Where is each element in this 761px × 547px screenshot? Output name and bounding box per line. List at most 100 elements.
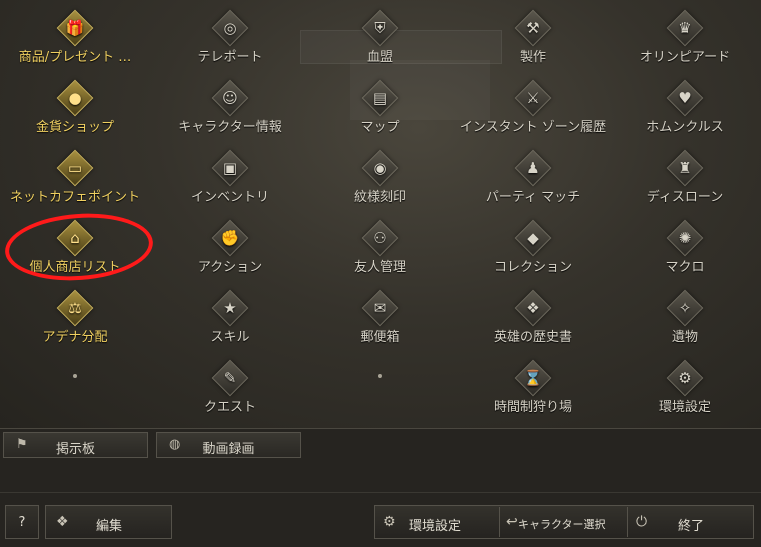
menu-item-mailbox[interactable]: ✉ 郵便箱 bbox=[305, 288, 455, 358]
menu-item-party-match[interactable]: ♟ パーティ マッチ bbox=[458, 148, 608, 218]
settings-button[interactable]: ⚙ 環境設定 bbox=[374, 505, 499, 539]
menu-item-pattern-engrave[interactable]: ◉ 紋様刻印 bbox=[305, 148, 455, 218]
menu-item-instant-zone[interactable]: ⚔ インスタント ゾーン履歴 bbox=[458, 78, 608, 148]
menu-item-label: 時間制狩り場 bbox=[493, 400, 572, 415]
menu-item-label: マクロ bbox=[665, 260, 705, 275]
menu-item-settings[interactable]: ⚙ 環境設定 bbox=[610, 358, 760, 428]
party-match-icon: ♟ bbox=[514, 149, 552, 187]
return-arrow-icon: ↩ bbox=[506, 514, 518, 530]
dethrone-icon: ♜ bbox=[666, 149, 704, 187]
net-cafe-icon: ▭ bbox=[56, 149, 94, 187]
video-record-button[interactable]: ◍ 動画録画 bbox=[156, 432, 301, 458]
menu-item-gold-shop[interactable]: ● 金貨ショップ bbox=[0, 78, 150, 148]
menu-item-label: アクション bbox=[197, 260, 263, 275]
menu-item-relic[interactable]: ✧ 遺物 bbox=[610, 288, 760, 358]
menu-item-label: マップ bbox=[360, 120, 400, 135]
hero-history-icon: ❖ bbox=[514, 289, 552, 327]
main-menu-grid: 🎁 商品/プレゼント … ◎ テレポート ⛨ 血盟 ⚒ 製作 ♛ オリンピアード ● 金貨ショップ ☺ キ… bbox=[0, 0, 761, 428]
menu-item-olympiad[interactable]: ♛ オリンピアード bbox=[610, 8, 760, 78]
settings-label: 環境設定 bbox=[409, 519, 462, 534]
settings-icon: ⚙ bbox=[666, 359, 704, 397]
menu-item-label: 英雄の歴史書 bbox=[493, 330, 572, 345]
menu-item-skill[interactable]: ★ スキル bbox=[155, 288, 305, 358]
quit-button[interactable]: ⏻ 終了 bbox=[627, 505, 754, 539]
menu-item-label: テレポート bbox=[197, 50, 263, 65]
menu-item-teleport[interactable]: ◎ テレポート bbox=[155, 8, 305, 78]
menu-item-label: 金貨ショップ bbox=[35, 120, 114, 135]
menu-item-macro[interactable]: ✺ マクロ bbox=[610, 218, 760, 288]
menu-item-label: 遺物 bbox=[671, 330, 698, 345]
menu-item-clan-shield[interactable]: ⛨ 血盟 bbox=[305, 8, 455, 78]
character-info-icon: ☺ bbox=[211, 79, 249, 117]
help-button[interactable]: ? bbox=[5, 505, 39, 539]
action-icon: ✊ bbox=[211, 219, 249, 257]
collection-icon: ◆ bbox=[514, 219, 552, 257]
pattern-engrave-icon: ◉ bbox=[361, 149, 399, 187]
adena-distribution-icon: ⚖ bbox=[56, 289, 94, 327]
menu-item-dethrone[interactable]: ♜ ディスローン bbox=[610, 148, 760, 218]
gift-icon: 🎁 bbox=[56, 9, 94, 47]
menu-item-homunculus[interactable]: ♥ ホムンクルス bbox=[610, 78, 760, 148]
clan-shield-icon: ⛨ bbox=[361, 9, 399, 47]
teleport-icon: ◎ bbox=[211, 9, 249, 47]
menu-item-label: ネットカフェポイント bbox=[9, 190, 140, 205]
instant-zone-icon: ⚔ bbox=[514, 79, 552, 117]
menu-item-label: スキル bbox=[210, 330, 250, 345]
video-record-label: 動画録画 bbox=[202, 442, 255, 457]
menu-item-label: ホムンクルス bbox=[646, 120, 724, 135]
skill-icon: ★ bbox=[211, 289, 249, 327]
menu-item-map[interactable]: ▤ マップ bbox=[305, 78, 455, 148]
menu-item-label: 友人管理 bbox=[353, 260, 406, 275]
bulletin-board-label: 掲示板 bbox=[55, 442, 95, 457]
menu-item-action[interactable]: ✊ アクション bbox=[155, 218, 305, 288]
menu-item-gift[interactable]: 🎁 商品/プレゼント … bbox=[0, 8, 150, 78]
crafting-icon: ⚒ bbox=[514, 9, 552, 47]
empty-slot-marker bbox=[378, 374, 382, 378]
menu-item-label: 製作 bbox=[519, 50, 546, 65]
homunculus-icon: ♥ bbox=[666, 79, 704, 117]
quest-icon: ✎ bbox=[211, 359, 249, 397]
menu-item-label: 郵便箱 bbox=[360, 330, 400, 345]
help-label: ? bbox=[18, 515, 26, 530]
friends-icon: ⚇ bbox=[361, 219, 399, 257]
menu-item-quest[interactable]: ✎ クエスト bbox=[155, 358, 305, 428]
menu-item-friends[interactable]: ⚇ 友人管理 bbox=[305, 218, 455, 288]
relic-icon: ✧ bbox=[666, 289, 704, 327]
menu-item-label: インスタント ゾーン履歴 bbox=[459, 120, 607, 135]
inventory-icon: ▣ bbox=[211, 149, 249, 187]
olympiad-icon: ♛ bbox=[666, 9, 704, 47]
macro-icon: ✺ bbox=[666, 219, 704, 257]
mailbox-icon: ✉ bbox=[361, 289, 399, 327]
edit-chevron-icon: ❖ bbox=[56, 514, 69, 530]
menu-item-timed-hunting[interactable]: ⌛ 時間制狩り場 bbox=[458, 358, 608, 428]
menu-item-adena-distribution[interactable]: ⚖ アデナ分配 bbox=[0, 288, 150, 358]
edit-button[interactable]: ❖ 編集 bbox=[45, 505, 172, 539]
menu-item-label: 紋様刻印 bbox=[353, 190, 406, 205]
menu-item-label: キャラクター情報 bbox=[178, 120, 282, 135]
menu-item-label: パーティ マッチ bbox=[485, 190, 581, 205]
quit-label: 終了 bbox=[678, 519, 705, 534]
menu-item-label: 血盟 bbox=[366, 50, 393, 65]
menu-item-collection[interactable]: ◆ コレクション bbox=[458, 218, 608, 288]
edit-label: 編集 bbox=[96, 519, 123, 534]
bulletin-board-button[interactable]: ⚑ 掲示板 bbox=[3, 432, 148, 458]
map-icon: ▤ bbox=[361, 79, 399, 117]
menu-item-label: 商品/プレゼント … bbox=[18, 50, 132, 65]
menu-item-label: ディスローン bbox=[646, 190, 724, 205]
gear-icon: ⚙ bbox=[383, 514, 396, 530]
character-select-button[interactable]: ↩ キャラクター選択 bbox=[499, 505, 626, 539]
divider bbox=[0, 492, 761, 493]
divider bbox=[0, 428, 761, 429]
menu-item-label: 環境設定 bbox=[658, 400, 711, 415]
menu-item-hero-history[interactable]: ❖ 英雄の歴史書 bbox=[458, 288, 608, 358]
menu-item-inventory[interactable]: ▣ インベントリ bbox=[155, 148, 305, 218]
menu-item-label: オリンピアード bbox=[639, 50, 731, 65]
character-select-label: キャラクター選択 bbox=[518, 518, 606, 531]
menu-item-net-cafe[interactable]: ▭ ネットカフェポイント bbox=[0, 148, 150, 218]
menu-item-crafting[interactable]: ⚒ 製作 bbox=[458, 8, 608, 78]
menu-item-label: クエスト bbox=[203, 400, 256, 415]
timed-hunting-icon: ⌛ bbox=[514, 359, 552, 397]
empty-slot-marker bbox=[73, 374, 77, 378]
menu-item-character-info[interactable]: ☺ キャラクター情報 bbox=[155, 78, 305, 148]
gold-shop-icon: ● bbox=[56, 79, 94, 117]
